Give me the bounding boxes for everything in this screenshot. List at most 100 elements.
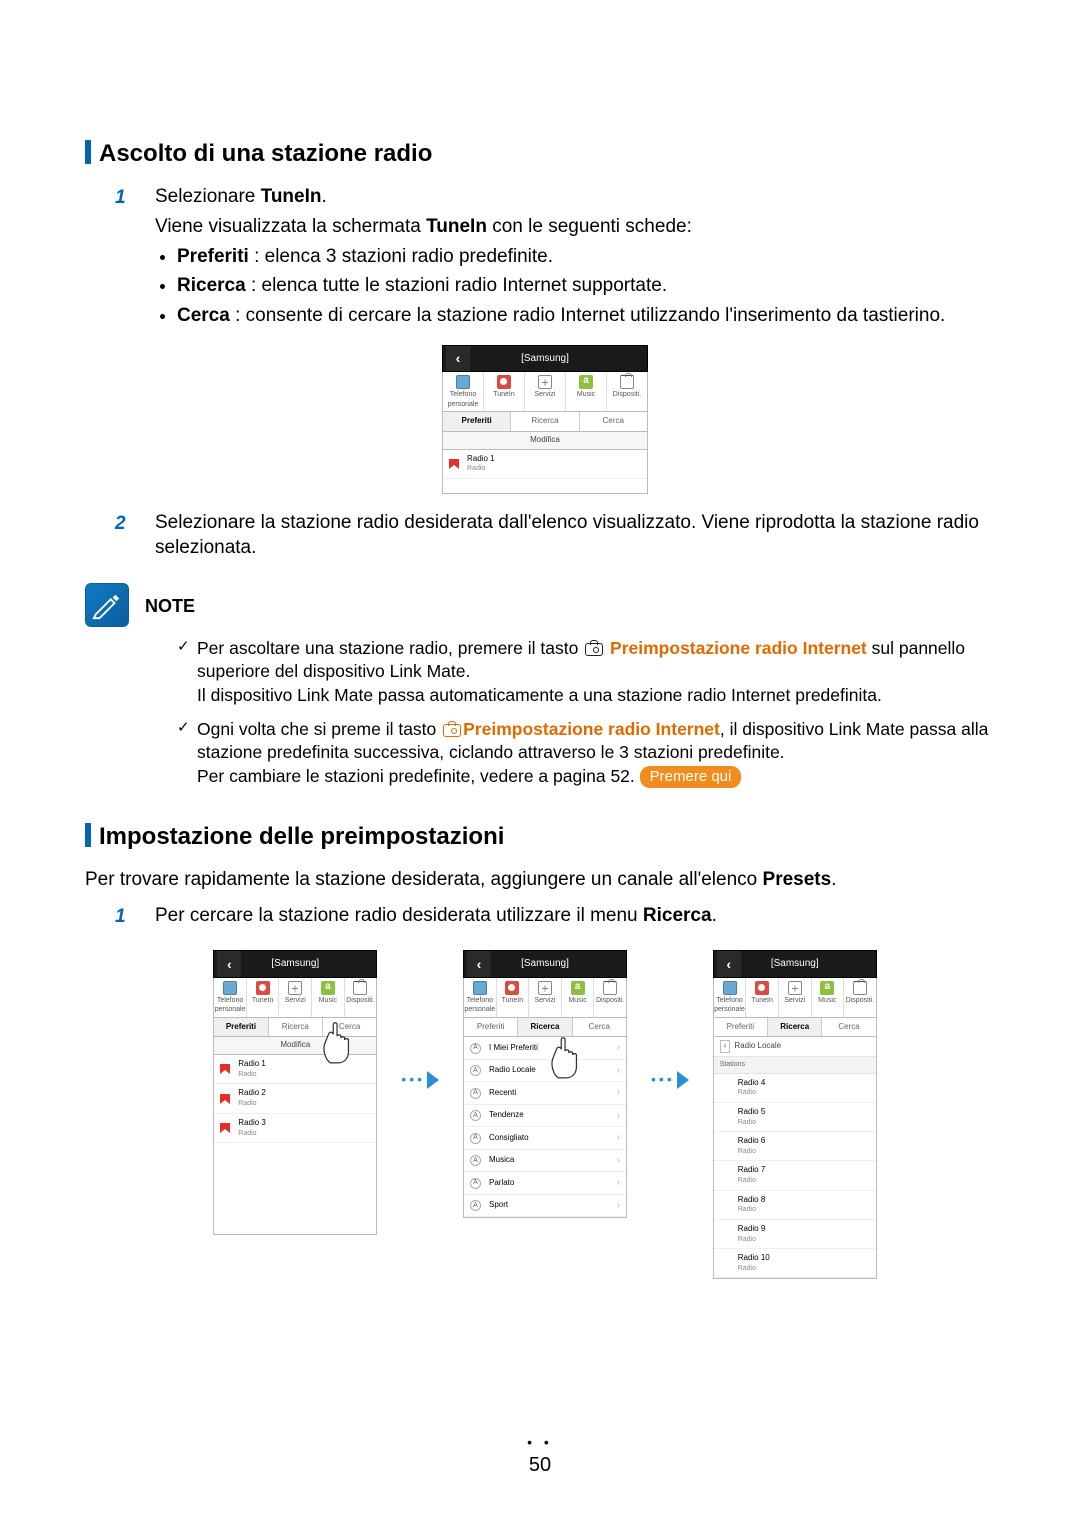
tab-cerca[interactable]: Cerca <box>580 412 647 431</box>
nav-label: Music <box>577 391 595 398</box>
nav-tunein[interactable]: TuneIn <box>746 978 779 1017</box>
tab-cerca[interactable]: Cerca <box>822 1018 875 1037</box>
tab-cerca[interactable]: Cerca <box>323 1018 376 1037</box>
nav-tunein[interactable]: TuneIn <box>497 978 530 1017</box>
radio-preset-icon <box>443 724 461 737</box>
press-here-badge[interactable]: Premere qui <box>640 766 742 788</box>
nav-dispositivi[interactable]: Dispositi. <box>844 978 876 1017</box>
page-number: 50 <box>0 1452 1080 1479</box>
section-heading-impostazione: Impostazione delle preimpostazioni <box>85 821 1005 853</box>
section2-intro: Per trovare rapidamente la stazione desi… <box>85 867 1005 893</box>
edit-button[interactable]: Modifica <box>213 1037 377 1055</box>
speaker-icon <box>603 981 617 995</box>
tab-ricerca[interactable]: Ricerca <box>768 1018 822 1037</box>
list-item[interactable]: AParlato› <box>464 1172 626 1195</box>
radio-sub: Radio <box>738 1147 870 1156</box>
phone-icon <box>223 981 237 995</box>
step-body: Per cercare la stazione radio desiderata… <box>155 903 1005 933</box>
nav-phone[interactable]: Telefono personale <box>443 372 484 411</box>
text: Ogni volta che si preme il tasto <box>197 719 441 739</box>
list-item[interactable]: AConsigliato› <box>464 1127 626 1150</box>
nav-music[interactable]: Music <box>566 372 607 411</box>
phone-header: ‹ [Samsung] <box>442 345 648 373</box>
bullet-text: : consente di cercare la stazione radio … <box>230 305 945 326</box>
note-icon <box>85 583 129 627</box>
tab-preferiti[interactable]: Preferiti <box>443 412 511 431</box>
bookmark-flag-icon <box>220 1094 230 1104</box>
category-name: Parlato <box>489 1178 617 1189</box>
music-icon <box>820 981 834 995</box>
category-name: Recenti <box>489 1088 617 1099</box>
step-number-2: 2 <box>115 510 155 537</box>
tab-ricerca[interactable]: Ricerca <box>511 412 579 431</box>
list-item[interactable]: ARecenti› <box>464 1082 626 1105</box>
nav-dispositivi[interactable]: Dispositi. <box>345 978 377 1017</box>
list-item[interactable]: Radio 2Radio <box>214 1084 376 1113</box>
nav-dispositivi[interactable]: Dispositi. <box>594 978 626 1017</box>
step-number-1: 1 <box>115 903 155 930</box>
phone-icon <box>473 981 487 995</box>
list-item[interactable]: Radio 3Radio <box>214 1114 376 1143</box>
nav-servizi[interactable]: Servizi <box>779 978 812 1017</box>
nav-dispositivi[interactable]: Dispositi. <box>607 372 647 411</box>
antenna-icon: A <box>470 1088 481 1099</box>
radio-sub: Radio <box>738 1088 870 1097</box>
nav-music[interactable]: Music <box>312 978 345 1017</box>
tunein-icon <box>755 981 769 995</box>
tab-preferiti[interactable]: Preferiti <box>464 1018 518 1037</box>
nav-phone[interactable]: Telefono personale <box>464 978 497 1017</box>
text-bold: TuneIn <box>426 216 487 237</box>
tab-preferiti[interactable]: Preferiti <box>714 1018 768 1037</box>
radio-name: Radio 6 <box>738 1136 870 1147</box>
list-item[interactable]: Radio 1Radio <box>214 1055 376 1084</box>
radio-sub: Radio <box>738 1205 870 1214</box>
list-item[interactable]: ATendenze› <box>464 1105 626 1128</box>
list-item[interactable]: Radio 9Radio <box>714 1220 876 1249</box>
orange-text: Preimpostazione radio Internet <box>610 638 867 658</box>
back-icon[interactable]: ‹ <box>467 951 491 977</box>
list-item[interactable]: ASport› <box>464 1195 626 1218</box>
chevron-right-icon: › <box>617 1199 620 1213</box>
nav-music[interactable]: Music <box>812 978 845 1017</box>
back-icon[interactable]: ‹ <box>446 346 470 372</box>
list-item[interactable]: Radio 10Radio <box>714 1249 876 1278</box>
category-name: Consigliato <box>489 1133 617 1144</box>
tab-cerca[interactable]: Cerca <box>573 1018 626 1037</box>
antenna-icon: A <box>470 1155 481 1166</box>
nav-tunein[interactable]: TuneIn <box>247 978 280 1017</box>
step-list-2: 1 Per cercare la stazione radio desidera… <box>115 903 1005 933</box>
tab-ricerca[interactable]: Ricerca <box>518 1018 572 1037</box>
radio-name: Radio 8 <box>738 1195 870 1206</box>
bookmark-flag-icon <box>220 1064 230 1074</box>
nav-phone[interactable]: Telefono personale <box>714 978 747 1017</box>
list-item[interactable]: Radio 4Radio <box>714 1074 876 1103</box>
globe-icon <box>788 981 802 995</box>
back-icon[interactable]: ‹ <box>217 951 241 977</box>
chevron-right-icon: › <box>617 1064 620 1078</box>
tab-ricerca[interactable]: Ricerca <box>269 1018 323 1037</box>
list-item[interactable]: Radio 5Radio <box>714 1103 876 1132</box>
nav-servizi[interactable]: Servizi <box>529 978 562 1017</box>
back-icon[interactable]: ‹ <box>717 951 741 977</box>
list-item[interactable]: ARadio Locale› <box>464 1060 626 1083</box>
nav-servizi[interactable]: Servizi <box>525 372 566 411</box>
list-item[interactable]: Radio 7Radio <box>714 1161 876 1190</box>
nav-servizi[interactable]: Servizi <box>279 978 312 1017</box>
breadcrumb[interactable]: ‹Radio Locale <box>714 1037 876 1057</box>
tab-preferiti[interactable]: Preferiti <box>214 1018 268 1037</box>
list-item[interactable]: AI Miei Preferiti› <box>464 1037 626 1060</box>
nav-tunein[interactable]: TuneIn <box>484 372 525 411</box>
nav-music[interactable]: Music <box>562 978 595 1017</box>
phone-icon <box>723 981 737 995</box>
edit-button[interactable]: Modifica <box>442 432 648 450</box>
list-item[interactable]: Radio 8Radio <box>714 1191 876 1220</box>
list-item[interactable]: AMusica› <box>464 1150 626 1173</box>
list-item[interactable]: Radio 1 Radio <box>443 450 647 479</box>
screenshot-step-c: ‹[Samsung] Telefono personale TuneIn Ser… <box>713 950 877 1279</box>
radio-name: Radio 10 <box>738 1253 870 1264</box>
globe-icon <box>538 375 552 389</box>
list-item[interactable]: Radio 6Radio <box>714 1132 876 1161</box>
nav-phone[interactable]: Telefono personale <box>214 978 247 1017</box>
bullet-bold: Cerca <box>177 305 230 326</box>
nav-label: TuneIn <box>502 997 524 1004</box>
